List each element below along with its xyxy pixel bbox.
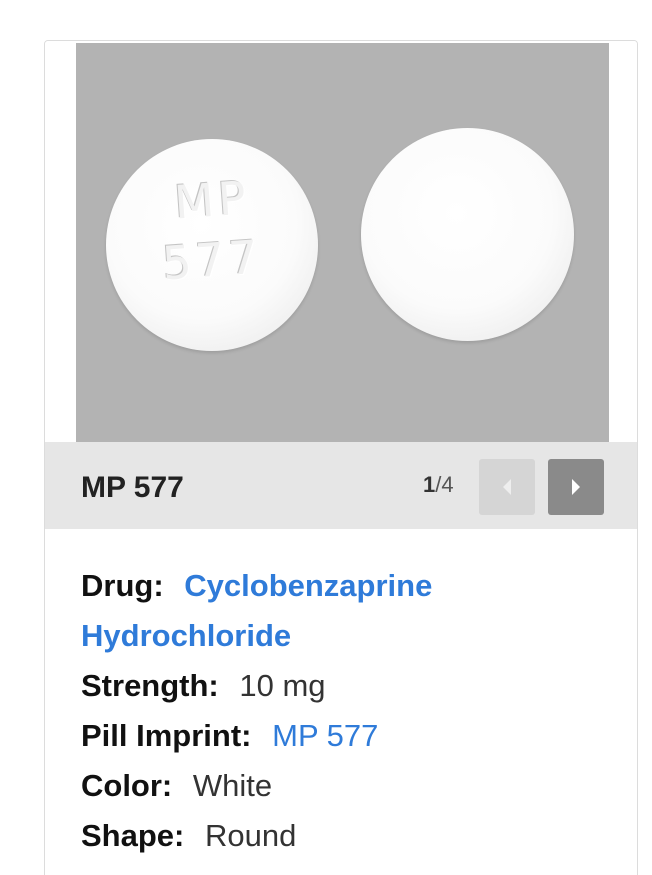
previous-image-button[interactable] xyxy=(479,459,535,515)
pill-imprint-line2: 577 xyxy=(160,229,264,291)
image-caption-bar: MP 577 1/4 xyxy=(45,442,637,529)
pill-back xyxy=(361,128,574,341)
chevron-right-icon xyxy=(572,479,580,495)
detail-strength: Strength: 10 mg xyxy=(81,661,621,711)
detail-drug: Drug: Cyclobenzaprine xyxy=(81,561,621,611)
drug-link-line2[interactable]: Hydrochloride xyxy=(81,618,291,653)
next-image-button[interactable] xyxy=(548,459,604,515)
imprint-label: Pill Imprint: xyxy=(81,718,252,753)
image-counter-current: 1 xyxy=(423,472,436,497)
shape-label: Shape: xyxy=(81,818,185,853)
pill-imprint-line1: MP xyxy=(172,170,252,230)
color-value: White xyxy=(192,768,273,803)
color-label: Color: xyxy=(81,768,173,803)
pill-front: MP 577 xyxy=(106,139,318,351)
image-counter: 1/4 xyxy=(423,472,454,498)
shape-value: Round xyxy=(204,818,297,853)
image-counter-total: /4 xyxy=(435,472,454,497)
pill-details: Drug: Cyclobenzaprine Hydrochloride Stre… xyxy=(81,561,621,861)
strength-value: 10 mg xyxy=(239,668,326,703)
imprint-link[interactable]: MP 577 xyxy=(272,718,378,753)
detail-shape: Shape: Round xyxy=(81,811,621,861)
page: MP 577 MP 577 1/4 Drug: Cyclobenzaprine … xyxy=(0,0,652,875)
drug-label: Drug: xyxy=(81,568,164,603)
caption-title: MP 577 xyxy=(81,471,184,504)
drug-link-line1[interactable]: Cyclobenzaprine xyxy=(184,568,432,603)
pill-card: MP 577 MP 577 1/4 Drug: Cyclobenzaprine … xyxy=(44,40,638,875)
pill-image-area: MP 577 xyxy=(45,41,637,442)
detail-color: Color: White xyxy=(81,761,621,811)
pill-photo[interactable]: MP 577 xyxy=(76,43,609,442)
chevron-left-icon xyxy=(503,479,511,495)
detail-imprint: Pill Imprint: MP 577 xyxy=(81,711,621,761)
detail-drug-continued: Hydrochloride xyxy=(81,611,621,661)
strength-label: Strength: xyxy=(81,668,219,703)
